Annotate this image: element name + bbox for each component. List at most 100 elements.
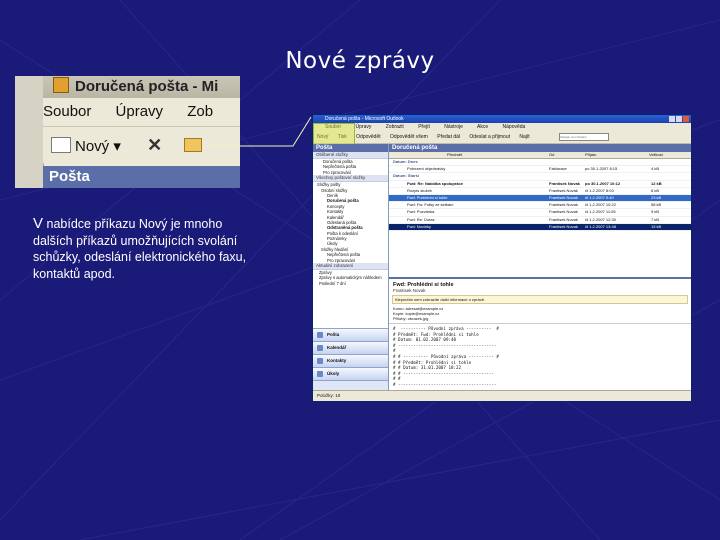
nav-all-folders-label: Všechny poštovní složky — [313, 175, 388, 183]
nav-header: Pošta — [313, 144, 388, 152]
minimize-icon[interactable] — [669, 116, 675, 122]
message-row[interactable]: Potvrzení objednávky Fakturace po 30.1.2… — [389, 166, 691, 174]
message-row[interactable]: Fwd: Novinky Frantisek Novak čt 1.2.2007… — [389, 223, 691, 231]
message-row-selected[interactable]: Fwd: Prohlédni si tohle Frantisek Novak … — [389, 194, 691, 203]
close-icon[interactable] — [683, 116, 689, 122]
find-button[interactable]: Najít — [519, 132, 529, 143]
message-size: 6 kB — [651, 187, 660, 193]
message-date: čt 1.2.2007 12:30 — [585, 216, 616, 222]
nav-button-contacts[interactable]: Kontakty — [313, 354, 388, 367]
message-row[interactable]: Fwd: Pozvánka Frantisek Novak čt 1.2.200… — [389, 209, 691, 217]
message-row[interactable]: Fwd: Fw: Fotky ze setkání Frantisek Nova… — [389, 202, 691, 210]
group-label: Datum: Starší — [393, 173, 420, 179]
nav-button-mail[interactable]: Pošta — [313, 328, 388, 341]
message-subject: Fwd: Prohlédni si tohle — [407, 194, 448, 200]
group-label: Datum: Dnes — [393, 159, 418, 164]
preview-attachments[interactable]: Přílohy: obrazek.jpg — [389, 316, 691, 321]
menu-item-actions[interactable]: Akce — [477, 124, 488, 130]
slide-caption: V nabídce příkazu Nový je mnoho dalších … — [33, 215, 263, 282]
menu-item-tools[interactable]: Nástroje — [444, 124, 463, 130]
zoom-menu-item-file[interactable]: Soubor — [43, 103, 91, 120]
menu-item-go[interactable]: Přejít — [418, 124, 430, 130]
view-list: Zprávy Zprávy s automatickým náhledem Po… — [313, 270, 388, 286]
message-date: čt 1.2.2007 9:40 — [585, 194, 614, 200]
menu-item-view[interactable]: Zobrazit — [386, 124, 404, 130]
message-from: Fakturace — [549, 166, 567, 172]
message-size: 4 kB — [651, 166, 660, 172]
zoom-section-header: Pošta — [43, 166, 240, 188]
message-row[interactable]: Fwd: Re: Dotaz Frantisek Novak čt 1.2.20… — [389, 217, 691, 224]
message-date: po 30.1.2007 10:12 — [585, 180, 621, 186]
outlook-window-title: Doručená pošta - Microsoft Outlook — [325, 116, 404, 122]
message-subject: Fwd: Re: Nabídka spolupráce — [407, 180, 464, 186]
message-date: čt 1.2.2007 10:22 — [585, 202, 616, 208]
column-subject[interactable]: Předmět — [447, 152, 462, 158]
message-size: 15 kB — [651, 223, 662, 229]
delete-icon[interactable]: ✕ — [147, 127, 162, 163]
zoom-menu-item-view[interactable]: Zob — [187, 103, 213, 120]
new-message-icon — [51, 137, 71, 153]
message-size: 9 kB — [651, 209, 660, 215]
reply-button[interactable]: Odpovědět — [356, 132, 380, 143]
group-header[interactable]: Datum: Starší — [389, 173, 691, 181]
folder-icon[interactable] — [184, 138, 203, 152]
slide-title: Nové zprávy — [285, 48, 435, 74]
message-subject: Potvrzení objednávky — [407, 166, 446, 172]
preview-subject: Fwd: Prohlédni si tohle — [393, 282, 454, 288]
menu-item-edit[interactable]: Úpravy — [356, 124, 372, 130]
message-from: Frantisek Novak — [549, 202, 578, 208]
message-subject: Fwd: Pozvánka — [407, 209, 435, 215]
column-received[interactable]: Přijato — [585, 152, 596, 158]
zoom-menu-item-edit[interactable]: Úpravy — [116, 103, 164, 120]
zoom-toolbar: Nový ▾ ✕ — [43, 127, 240, 163]
message-from: Frantisek Novak — [549, 209, 578, 215]
message-size: 58 kB — [651, 202, 662, 208]
inbox-header: Doručená pošta — [389, 144, 691, 152]
message-subject: Fwd: Novinky — [407, 223, 432, 229]
column-size[interactable]: Velikost — [649, 152, 663, 158]
preview-info-bar[interactable]: Klepnutím sem zobrazíte další informace … — [392, 295, 688, 304]
nav-favorites-list: Doručená pošta Nepřečtená pošta Pro zpra… — [313, 159, 388, 175]
column-from[interactable]: Od — [549, 152, 554, 158]
preview-sender: Frantisek Novak — [393, 288, 426, 293]
message-date: čt 1.2.2007 13:48 — [585, 223, 616, 229]
nav-favorites-label: Oblíbené složky — [313, 152, 388, 159]
message-size: 12 kB — [651, 180, 662, 186]
message-subject: Fwd: Re: Dotaz — [407, 216, 435, 222]
zoom-window-title: Doručená pošta - Mi — [43, 76, 240, 98]
preview-body: # ---------- Původní zpráva ---------- #… — [389, 323, 691, 390]
nav-button-calendar[interactable]: Kalendář — [313, 341, 388, 354]
message-list-header: Od Předmět Přijato Velikost — [389, 152, 691, 159]
zoomed-outlook-crop: Doručená pošta - Mi Soubor Úpravy Zob No… — [15, 76, 240, 188]
folder-tree: Složky pošty Osobní složky Deník Doručen… — [313, 182, 388, 263]
navigation-pane: Pošta Oblíbené složky Doručená pošta Nep… — [313, 144, 389, 391]
message-pane: Doručená pošta Od Předmět Přijato Veliko… — [389, 144, 691, 391]
chevron-down-icon[interactable]: ▾ — [113, 138, 121, 155]
send-receive-button[interactable]: Odeslat a přijmout — [469, 132, 510, 143]
message-from: Frantisek Novak — [549, 194, 578, 200]
message-row[interactable]: Rozpis služeb Frantisek Novak čt 1.2.200… — [389, 188, 691, 195]
nav-buttons: Pošta Kalendář Kontakty Úkoly — [313, 328, 388, 391]
search-input[interactable] — [559, 132, 610, 141]
message-from: Frantisek Novak — [549, 223, 578, 229]
maximize-icon[interactable] — [676, 116, 682, 122]
message-date: čt 1.2.2007 11:05 — [585, 209, 616, 215]
group-header[interactable]: Datum: Dnes — [389, 159, 691, 167]
outlook-toolbar: Nový Tisk Odpovědět Odpovědět všem Předa… — [313, 132, 691, 144]
message-row[interactable]: Fwd: Re: Nabídka spolupráce Frantisek No… — [389, 181, 691, 188]
zoom-menu-bar: Soubor Úpravy Zob — [43, 98, 240, 127]
zoom-new-button[interactable]: Nový — [75, 138, 109, 155]
message-subject: Fwd: Fw: Fotky ze setkání — [407, 202, 454, 208]
reading-pane: Fwd: Prohlédni si tohle Frantisek Novak … — [389, 277, 691, 391]
menu-item-help[interactable]: Nápověda — [503, 124, 526, 130]
forward-button[interactable]: Předat dál — [437, 132, 460, 143]
message-date: po 30.1.2007 8:15 — [585, 166, 618, 172]
zoom-left-border — [15, 76, 44, 188]
reply-all-button[interactable]: Odpovědět všem — [390, 132, 428, 143]
view-option[interactable]: Poslední 7 dní — [319, 281, 388, 286]
message-size: 23 kB — [651, 194, 662, 200]
nav-button-tasks[interactable]: Úkoly — [313, 367, 388, 380]
nav-views-label: Aktuální zobrazení — [313, 263, 388, 271]
preview-fields: Komu: adresat@example.cz Kopie: kopie@ex… — [389, 306, 691, 321]
outlook-inbox-icon — [53, 77, 69, 93]
